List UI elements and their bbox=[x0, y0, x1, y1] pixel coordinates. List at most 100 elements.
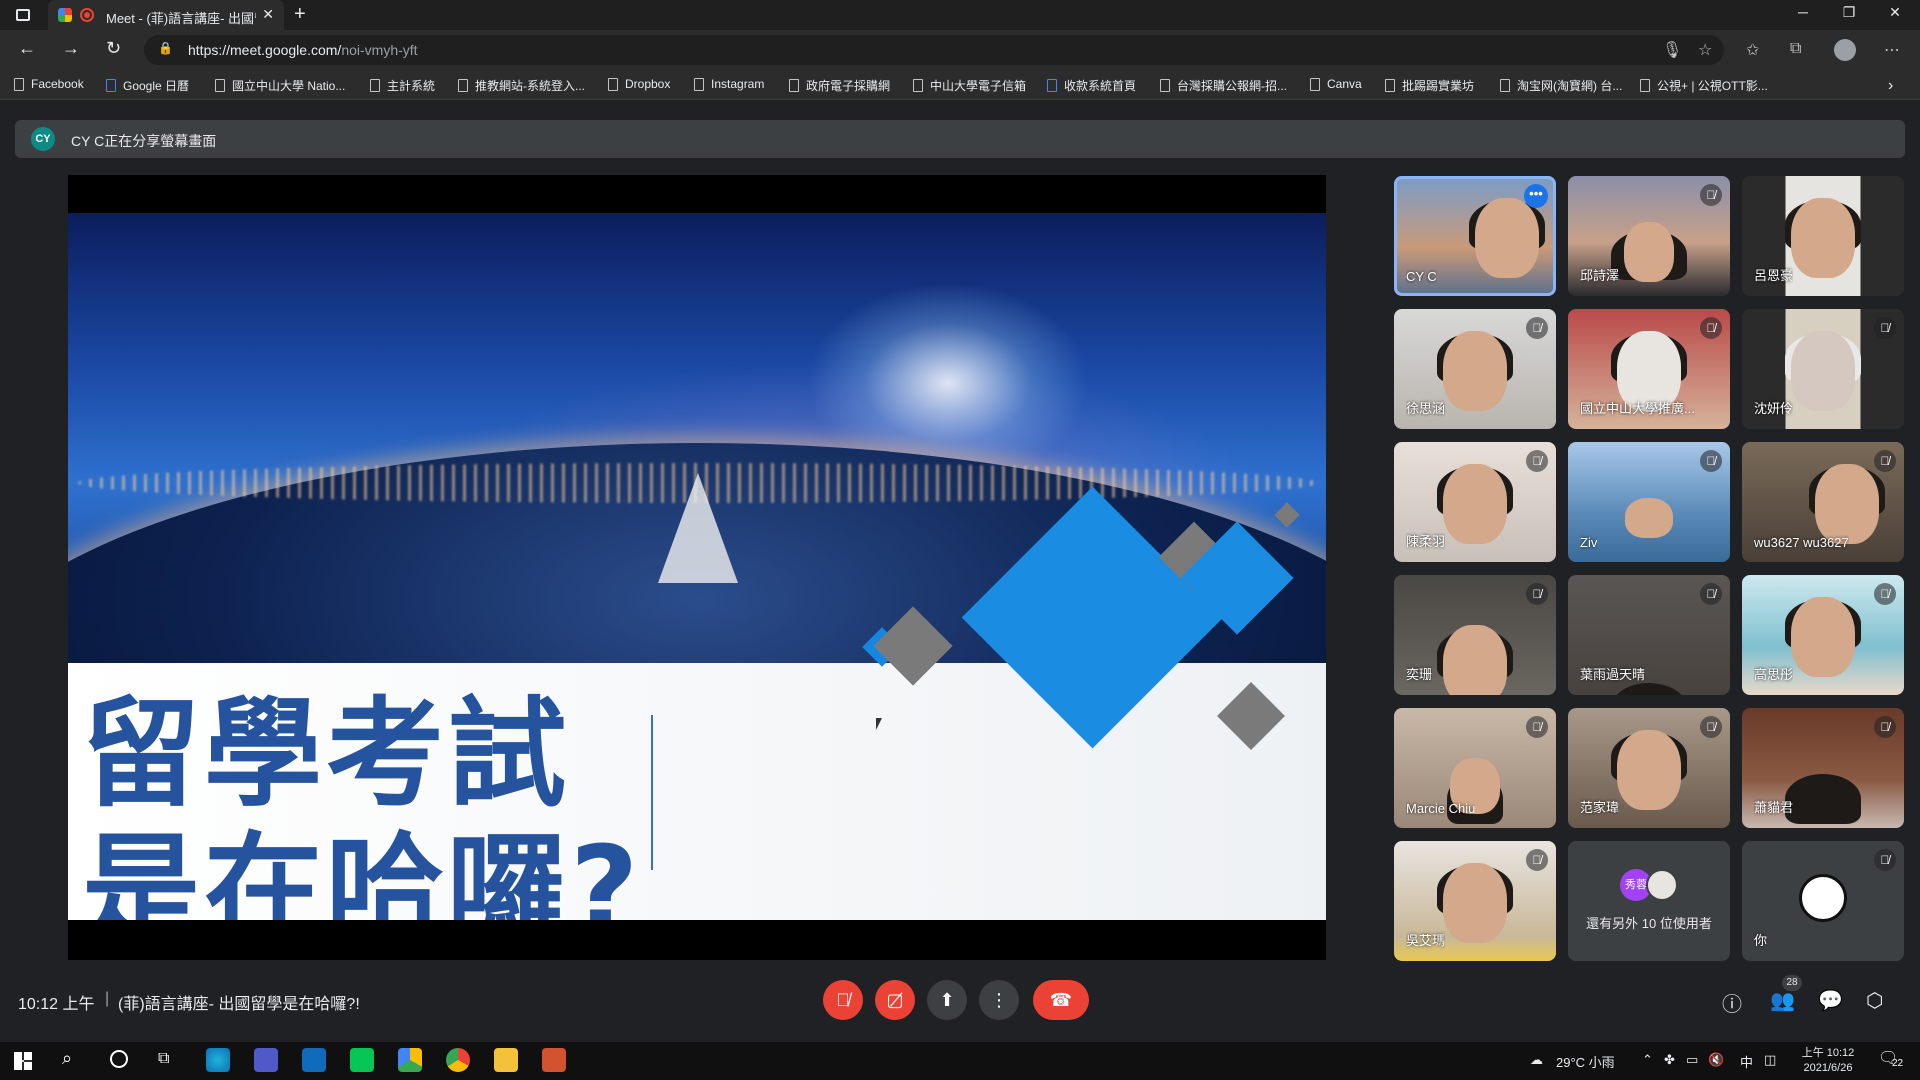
task-view-icon[interactable]: ⧉ bbox=[158, 1050, 169, 1068]
input-method[interactable]: 中 bbox=[1740, 1052, 1753, 1071]
settings-more-icon[interactable]: ⋯ bbox=[1884, 40, 1900, 60]
new-tab-icon[interactable]: + bbox=[294, 3, 306, 26]
file-explorer-app-icon[interactable] bbox=[494, 1048, 518, 1072]
participant-tile[interactable]: 🎙̸ 蕭貓君 bbox=[1742, 708, 1904, 828]
volume-muted-icon[interactable]: 🔇 bbox=[1708, 1052, 1724, 1068]
bookmark-extension[interactable]: 推教網站-系統登入... bbox=[458, 77, 585, 94]
participant-tile[interactable]: 🎙̸ 范家瑋 bbox=[1568, 708, 1730, 828]
camera-off-button[interactable]: ▢̸ bbox=[875, 980, 915, 1020]
bookmark-pts[interactable]: 公視+ | 公視OTT影... bbox=[1640, 77, 1768, 94]
page-icon bbox=[1310, 77, 1320, 91]
lock-icon[interactable]: 🔒 bbox=[158, 41, 173, 55]
bookmark-canva[interactable]: Canva bbox=[1310, 77, 1362, 91]
battery-icon[interactable]: ▭ bbox=[1686, 1052, 1698, 1068]
participant-tile[interactable]: 🎙̸ Marcie Chiu bbox=[1394, 708, 1556, 828]
teams-app-icon[interactable] bbox=[254, 1048, 278, 1072]
weather-text[interactable]: 29°C 小雨 bbox=[1556, 1052, 1615, 1071]
tray-app-icon[interactable]: ✤ bbox=[1664, 1052, 1675, 1068]
ime-mode-icon[interactable]: ◫ bbox=[1764, 1052, 1776, 1068]
bookmark-ptt[interactable]: 批踢踢實業坊 bbox=[1385, 77, 1474, 94]
bookmark-procurement[interactable]: 政府電子採購網 bbox=[789, 77, 890, 94]
profile-icon[interactable] bbox=[1834, 39, 1856, 61]
activities-icon[interactable]: ⬡ bbox=[1866, 988, 1883, 1013]
participant-tile[interactable]: 🎙̸ 高思彤 bbox=[1742, 575, 1904, 695]
collections-icon[interactable]: ⧉ bbox=[1790, 40, 1801, 58]
cortana-icon[interactable] bbox=[110, 1050, 128, 1068]
bookmark-google-calendar[interactable]: Google 日曆 bbox=[106, 77, 189, 94]
participant-name: 徐思涵 bbox=[1406, 401, 1446, 416]
bookmark-taobao[interactable]: 淘宝网(淘寶網) 台... bbox=[1500, 77, 1622, 94]
bookmark-facebook[interactable]: Facebook bbox=[14, 77, 84, 91]
bookmark-payment[interactable]: 收款系統首頁 bbox=[1047, 77, 1136, 94]
participant-tile[interactable]: ••• CY C bbox=[1394, 176, 1556, 296]
line-app-icon[interactable] bbox=[350, 1048, 374, 1072]
add-favorite-icon[interactable]: ☆ bbox=[1698, 40, 1712, 60]
participant-name: 奕珊 bbox=[1406, 667, 1433, 682]
windows-taskbar bbox=[0, 1042, 1920, 1080]
weather-icon[interactable]: ☁ bbox=[1530, 1052, 1543, 1068]
page-icon bbox=[1047, 79, 1057, 92]
close-tab-icon[interactable]: ✕ bbox=[262, 6, 274, 23]
close-window-icon[interactable]: ✕ bbox=[1875, 4, 1915, 21]
participant-tile[interactable]: 🎙̸ 邱詩澤 bbox=[1568, 176, 1730, 296]
bookmark-mail[interactable]: 中山大學電子信箱 bbox=[913, 77, 1026, 94]
favorites-icon[interactable]: ✩ bbox=[1746, 40, 1759, 60]
microphone-icon[interactable]: 🎙 bbox=[1662, 40, 1682, 60]
tab-strip bbox=[0, 0, 1920, 30]
notification-count: 22 bbox=[1892, 1058, 1904, 1069]
people-icon[interactable]: 👥 bbox=[1770, 988, 1795, 1013]
leave-call-button[interactable]: ☎ bbox=[1033, 980, 1089, 1020]
bookmark-dropbox[interactable]: Dropbox bbox=[608, 77, 670, 91]
tray-overflow-icon[interactable]: ⌃ bbox=[1642, 1052, 1653, 1068]
forward-icon[interactable]: → bbox=[62, 38, 80, 59]
more-options-button[interactable]: ⋮ bbox=[979, 980, 1019, 1020]
chat-icon[interactable]: 💬 bbox=[1818, 988, 1843, 1013]
outlook-app-icon[interactable] bbox=[302, 1048, 326, 1072]
address-bar[interactable]: 🔒 https://meet.google.com/noi-vmyh-yft bbox=[144, 35, 1724, 65]
page-icon bbox=[789, 79, 799, 92]
calendar-icon bbox=[106, 79, 116, 92]
participant-tile[interactable]: 🎙̸ 國立中山大學推廣... bbox=[1568, 309, 1730, 429]
bookmark-nsysu[interactable]: 國立中山大學 Natio... bbox=[215, 77, 345, 94]
more-options-icon[interactable]: ••• bbox=[1524, 184, 1548, 208]
tab-actions-icon[interactable] bbox=[10, 6, 38, 26]
participant-tile[interactable]: 🎙̸ 沈妍伶 bbox=[1742, 309, 1904, 429]
participant-tile[interactable]: 🎙̸ 吳艾瑪 bbox=[1394, 841, 1556, 961]
search-icon[interactable]: ⌕ bbox=[62, 1048, 72, 1069]
bookmark-accounting[interactable]: 主計系統 bbox=[370, 77, 435, 94]
google-drive-app-icon[interactable] bbox=[398, 1048, 422, 1072]
presenter-avatar: CY bbox=[31, 127, 55, 151]
powerpoint-app-icon[interactable] bbox=[542, 1048, 566, 1072]
participant-video bbox=[1785, 774, 1861, 824]
others-tile[interactable]: 秀蓉 還有另外 10 位使用者 bbox=[1568, 841, 1730, 961]
muted-mic-icon: 🎙̸ bbox=[1526, 716, 1548, 738]
bookmark-taiwan-procurement[interactable]: 台灣採購公報網-招... bbox=[1160, 77, 1287, 94]
google-meet-favicon-icon bbox=[58, 8, 72, 22]
self-tile[interactable]: 🎙̸ 你 bbox=[1742, 841, 1904, 961]
others-count-text: 還有另外 10 位使用者 bbox=[1586, 916, 1712, 931]
participant-video bbox=[1791, 331, 1855, 412]
chrome-app-icon[interactable] bbox=[446, 1048, 470, 1072]
clock-date: 2021/6/26 bbox=[1803, 1062, 1853, 1074]
participant-tile[interactable]: 呂恩豪 bbox=[1742, 176, 1904, 296]
edge-app-icon[interactable] bbox=[206, 1048, 230, 1072]
participant-tile[interactable]: 🎙̸ 葉雨過天晴 bbox=[1568, 575, 1730, 695]
clock[interactable]: 上午 10:12 2021/6/26 bbox=[1796, 1046, 1860, 1076]
present-screen-button[interactable]: ⬆ bbox=[927, 980, 967, 1020]
minimize-icon[interactable]: ─ bbox=[1783, 4, 1823, 20]
participant-tile[interactable]: 🎙̸ 徐思涵 bbox=[1394, 309, 1556, 429]
participant-tile[interactable]: 🎙̸ wu3627 wu3627 bbox=[1742, 442, 1904, 562]
meeting-title: (菲)語言講座- 出國留學是在哈囉?! bbox=[118, 996, 360, 1013]
bookmarks-more-icon[interactable]: › bbox=[1888, 77, 1893, 95]
reload-icon[interactable]: ↻ bbox=[106, 38, 121, 59]
participant-name: 國立中山大學推廣... bbox=[1580, 401, 1695, 416]
maximize-icon[interactable]: ❐ bbox=[1829, 4, 1869, 21]
mic-off-button[interactable]: 🎙̸ bbox=[823, 980, 863, 1020]
bookmark-instagram[interactable]: Instagram bbox=[694, 77, 764, 91]
back-icon[interactable]: ← bbox=[18, 38, 36, 59]
participant-tile[interactable]: 🎙̸ Ziv bbox=[1568, 442, 1730, 562]
participant-tile[interactable]: 🎙̸ 陳柔羽 bbox=[1394, 442, 1556, 562]
meeting-details-icon[interactable]: ⓘ bbox=[1722, 988, 1742, 1017]
participant-tile[interactable]: 🎙̸ 奕珊 bbox=[1394, 575, 1556, 695]
active-tab[interactable]: Meet - (菲)語言講座- 出國留學是在哈囉?! ✕ bbox=[48, 0, 284, 30]
